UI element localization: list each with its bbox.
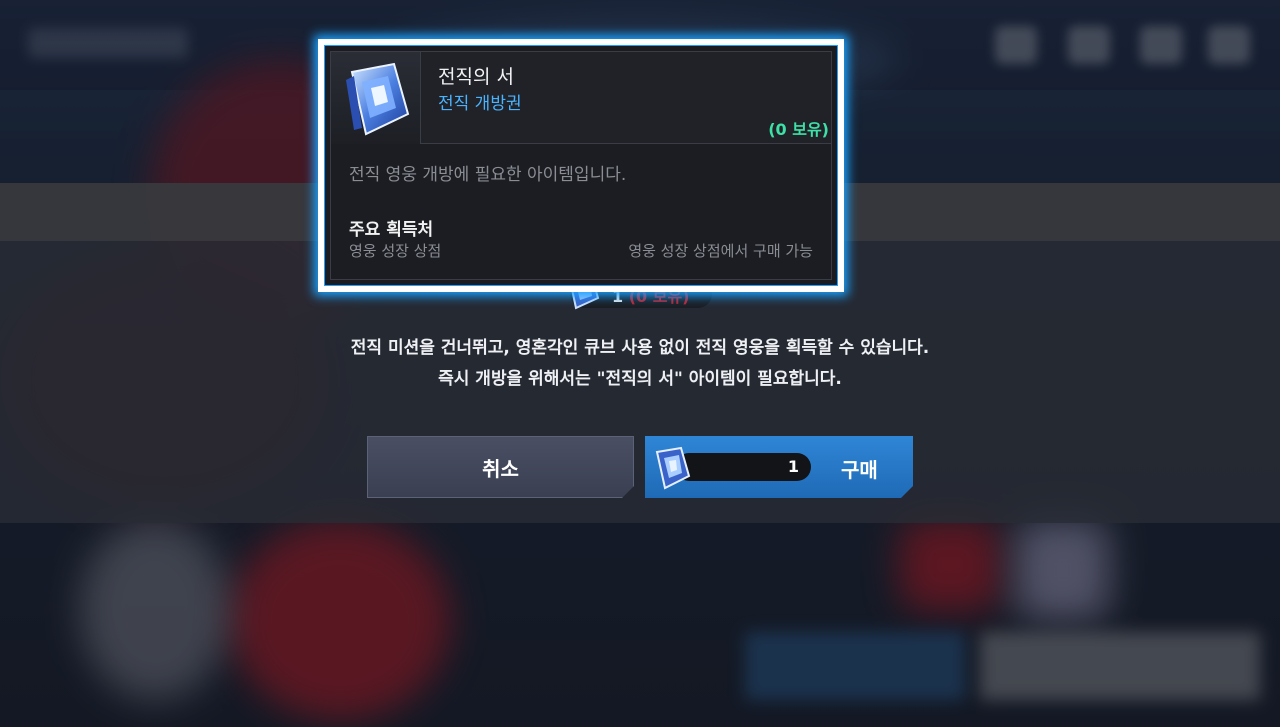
item-description: 전직 영웅 개방에 필요한 아이템입니다. (349, 165, 627, 185)
cancel-button[interactable]: 취소 (367, 436, 634, 498)
buy-button[interactable]: 1 구매 (645, 436, 913, 498)
acquisition-detail: 영웅 성장 상점에서 구매 가능 (628, 242, 813, 260)
item-type: 전직 개방권 (438, 94, 522, 114)
acquisition-source: 영웅 성장 상점 (349, 242, 442, 260)
dialog-description-line2: 즉시 개방을 위해서는 "전직의 서" 아이템이 필요합니다. (438, 369, 842, 389)
buy-cost-pill: 1 (675, 453, 811, 481)
buy-button-label: 구매 (841, 458, 878, 482)
item-name: 전직의 서 (438, 66, 514, 88)
buy-quantity: 1 (787, 457, 799, 476)
item-icon-frame (331, 52, 421, 144)
item-owned-count: (0 보유) (768, 120, 829, 139)
item-tooltip: 전직의 서 전직 개방권 (0 보유) 전직 영웅 개방에 필요한 아이템입니다… (318, 39, 844, 292)
dialog-description-line1: 전직 미션을 건너뛰고, 영혼각인 큐브 사용 없이 전직 영웅을 획득할 수 … (350, 338, 930, 358)
cancel-button-label: 취소 (482, 456, 519, 481)
tooltip-header: 전직의 서 전직 개방권 (0 보유) (331, 52, 831, 144)
acquisition-title: 주요 획득처 (349, 220, 434, 240)
crystal-book-icon (649, 446, 693, 490)
crystal-book-icon (346, 62, 410, 136)
